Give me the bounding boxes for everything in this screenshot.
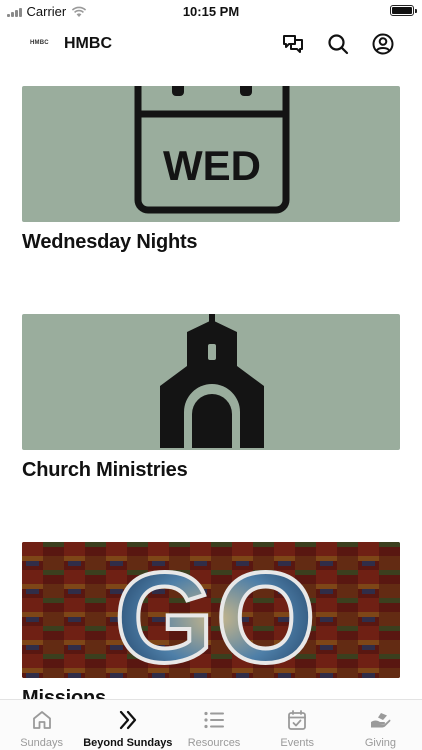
double-chevron-icon <box>117 709 139 731</box>
search-button[interactable] <box>326 32 350 56</box>
search-icon <box>328 34 349 55</box>
account-icon <box>372 33 394 55</box>
tab-resources[interactable]: Resources <box>172 700 255 750</box>
giving-hand-icon <box>369 709 391 731</box>
card-missions[interactable]: GO Missions <box>22 542 400 699</box>
card-church-ministries[interactable]: Church Ministries <box>22 314 400 482</box>
tab-giving[interactable]: Giving <box>339 700 422 750</box>
chat-button[interactable] <box>281 32 305 56</box>
svg-text:GO: GO <box>114 547 317 678</box>
tab-events[interactable]: Events <box>256 700 339 750</box>
home-icon <box>31 709 53 731</box>
app-header: HMBC HMBC <box>0 24 422 64</box>
status-bar: Carrier 10:15 PM <box>0 0 422 22</box>
svg-text:WED: WED <box>163 142 261 189</box>
tab-bar: Sundays Beyond Sundays Resources Events … <box>0 699 422 750</box>
tab-label: Resources <box>187 737 241 749</box>
calendar-wed-icon: WED <box>134 86 290 214</box>
card-title: Missions <box>22 687 106 699</box>
profile-button[interactable] <box>371 32 395 56</box>
card-image: WED <box>22 86 400 222</box>
tab-label: Giving <box>364 737 396 749</box>
church-logo[interactable]: HMBC <box>30 40 49 46</box>
list-icon <box>203 709 225 731</box>
tab-label: Events <box>280 737 315 749</box>
card-wednesday-nights[interactable]: WED Wednesday Nights <box>22 86 400 254</box>
tab-label: Sundays <box>20 737 63 749</box>
card-title: Church Ministries <box>22 459 188 481</box>
status-time: 10:15 PM <box>182 4 240 19</box>
calendar-check-icon <box>286 709 308 731</box>
tab-sundays[interactable]: Sundays <box>0 700 83 750</box>
tab-beyond-sundays[interactable]: Beyond Sundays <box>83 700 172 750</box>
content-scroll[interactable]: WED Wednesday Nights Church Ministries G… <box>0 86 422 699</box>
card-image: GO <box>22 542 400 678</box>
chat-bubbles-icon <box>283 35 303 53</box>
battery-icon <box>390 5 417 16</box>
tab-label: Beyond Sundays <box>83 737 173 749</box>
church-icon <box>160 314 264 448</box>
card-title: Wednesday Nights <box>22 231 198 253</box>
card-image <box>22 314 400 450</box>
app-title: HMBC <box>64 35 112 52</box>
missions-go-image: GO <box>22 542 400 678</box>
